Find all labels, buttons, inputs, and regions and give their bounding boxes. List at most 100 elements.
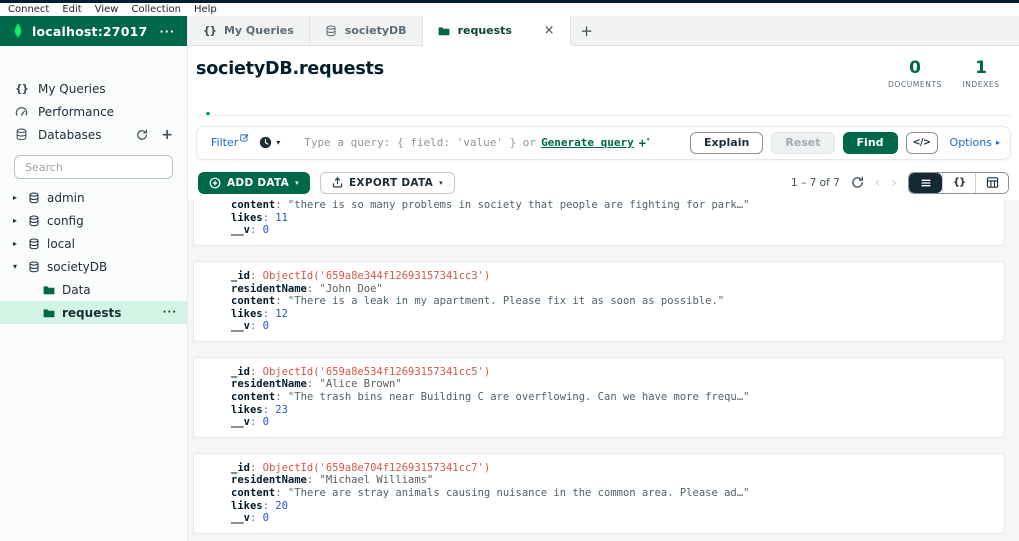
query-input[interactable]: Type a query: { field: 'value' } or Gene…	[304, 135, 650, 150]
field-separator: :	[306, 282, 320, 295]
collection-tabs	[196, 101, 1011, 116]
field-value: 0	[262, 416, 269, 429]
menu-item[interactable]: Edit	[62, 4, 81, 15]
field-value: 11	[275, 211, 288, 224]
document-card[interactable]: _id: ObjectId('659a8e344f12693157341cc3'…	[193, 260, 1005, 342]
pagination-status: 1 – 7 of 7	[791, 176, 840, 189]
field-separator: :	[249, 365, 263, 378]
collection-title: societyDB.requests	[196, 59, 384, 79]
tree-item-label: requests	[62, 305, 122, 320]
refresh-databases-icon[interactable]	[136, 129, 148, 141]
menu-item[interactable]: Help	[194, 4, 217, 15]
database-icon	[325, 24, 337, 37]
reset-button[interactable]: Reset	[771, 131, 835, 154]
document-field: residentName: "Alice Brown"	[231, 378, 990, 391]
filter-link[interactable]: Filter	[211, 133, 249, 149]
document-field: content: "There are stray animals causin…	[231, 487, 990, 500]
sidebar-item-label: Performance	[38, 104, 115, 119]
collection-tab[interactable]	[262, 101, 266, 115]
collection-tab[interactable]	[318, 101, 322, 115]
document-field: likes: 11	[231, 212, 990, 225]
menu-item[interactable]: Connect	[8, 4, 49, 15]
options-link[interactable]: Options ▸	[950, 136, 1000, 149]
collection-tab[interactable]	[206, 101, 210, 115]
field-key: __v	[231, 416, 250, 429]
menu-item[interactable]: View	[95, 4, 119, 15]
tree-item[interactable]: ▸ ▾	[0, 186, 187, 209]
document-field: __v: 0	[231, 224, 990, 237]
mongodb-leaf-icon	[12, 23, 24, 39]
performance-gauge-icon	[14, 105, 29, 118]
workspace-tab-label: requests	[457, 24, 512, 37]
create-database-icon[interactable]: +	[161, 128, 173, 142]
database-icon	[28, 260, 40, 273]
list-view-button[interactable]	[909, 172, 942, 193]
menu-item[interactable]: Collection	[131, 4, 180, 15]
tree-item[interactable]: ▸ ▾	[0, 301, 187, 324]
tree-item[interactable]: ▸ ▾	[0, 278, 187, 301]
explain-button[interactable]: Explain	[690, 131, 764, 154]
field-key: residentName	[231, 378, 307, 391]
next-page-icon[interactable]: ›	[891, 176, 897, 190]
tree-item[interactable]: ▸ ▾	[0, 232, 187, 255]
document-card[interactable]: _id: ObjectId('659a8e534f12693157341cc5'…	[193, 356, 1005, 438]
find-button[interactable]: Find	[842, 131, 898, 154]
sidebar-item-databases[interactable]: Databases +	[0, 123, 187, 146]
refresh-documents-icon[interactable]	[851, 176, 864, 189]
generate-query-link[interactable]: Generate query	[541, 136, 634, 149]
workspace-tab[interactable]: {}	[422, 16, 571, 46]
field-value: "There is a leak in my apartment. Please…	[287, 295, 725, 308]
workspace-tab[interactable]: {}	[310, 16, 423, 45]
code-toggle-button[interactable]: </>	[905, 131, 938, 154]
field-value: "The trash bins near Building C are over…	[287, 391, 750, 404]
new-tab-button[interactable]: +	[571, 16, 603, 45]
sparkle-plus-icon[interactable]: + ✦	[639, 135, 650, 150]
collection-tab[interactable]	[290, 101, 294, 115]
chevron-right-icon[interactable]: ▸	[13, 216, 21, 225]
workspace-tab[interactable]: {}	[188, 16, 310, 45]
query-history-button[interactable]: ▾	[259, 136, 280, 149]
tree-item[interactable]: ▸ ▾	[0, 209, 187, 232]
folder-icon	[43, 284, 55, 296]
field-separator: :	[306, 474, 320, 487]
field-key: likes	[231, 499, 263, 512]
document-field: _id: ObjectId('659a8e534f12693157341cc5'…	[231, 366, 990, 379]
add-data-button[interactable]: ADD DATA ▾	[198, 171, 310, 194]
field-value: 12	[275, 307, 288, 320]
sidebar-item-performance[interactable]: Performance	[0, 100, 187, 123]
json-view-button[interactable]: {}	[942, 172, 975, 193]
previous-page-icon[interactable]: ‹	[875, 176, 881, 190]
database-icon	[28, 237, 40, 250]
caret-down-icon: ▾	[276, 138, 281, 148]
document-card[interactable]: _id: ObjectId('659a8e704f12693157341cc7'…	[193, 452, 1005, 534]
circle-plus-icon	[209, 177, 221, 189]
stat-block: 1 INDEXES	[953, 58, 1009, 88]
database-icon	[28, 191, 40, 204]
braces-icon: {}	[203, 24, 217, 37]
workspace-tab-label: societyDB	[344, 24, 407, 37]
document-field: content: "There is a leak in my apartmen…	[231, 295, 990, 308]
table-view-button[interactable]	[975, 172, 1008, 193]
collection-tab[interactable]	[234, 101, 238, 115]
document-field: likes: 23	[231, 404, 990, 417]
search-input[interactable]	[14, 155, 173, 179]
sidebar: localhost:27017 ··· {} My Queries Perfor…	[0, 16, 188, 541]
chevron-right-icon[interactable]: ▸	[13, 239, 21, 248]
document-field: likes: 12	[231, 308, 990, 321]
document-field: content: "there is so many problems in s…	[231, 200, 990, 212]
document-field: residentName: "Michael Williams"	[231, 474, 990, 487]
connection-menu-icon[interactable]: ···	[159, 25, 175, 38]
sidebar-item-my-queries[interactable]: {} My Queries	[0, 77, 187, 100]
ellipsis-menu-icon[interactable]: ···	[163, 307, 177, 318]
field-key: likes	[231, 403, 263, 416]
document-card[interactable]: residentName: "Dhruvi Trivedi"content: "…	[193, 199, 1005, 246]
chevron-right-icon[interactable]: ▸	[13, 193, 21, 202]
field-separator: :	[249, 269, 263, 282]
connection-header[interactable]: localhost:27017 ···	[0, 16, 187, 46]
export-data-button[interactable]: EXPORT DATA ▾	[319, 171, 455, 194]
document-field: content: "The trash bins near Building C…	[231, 391, 990, 404]
code-icon: </>	[912, 137, 931, 149]
tree-item[interactable]: ▸ ▾	[0, 255, 187, 278]
chevron-down-icon[interactable]: ▾	[13, 262, 21, 271]
close-tab-icon[interactable]: ×	[544, 23, 555, 38]
